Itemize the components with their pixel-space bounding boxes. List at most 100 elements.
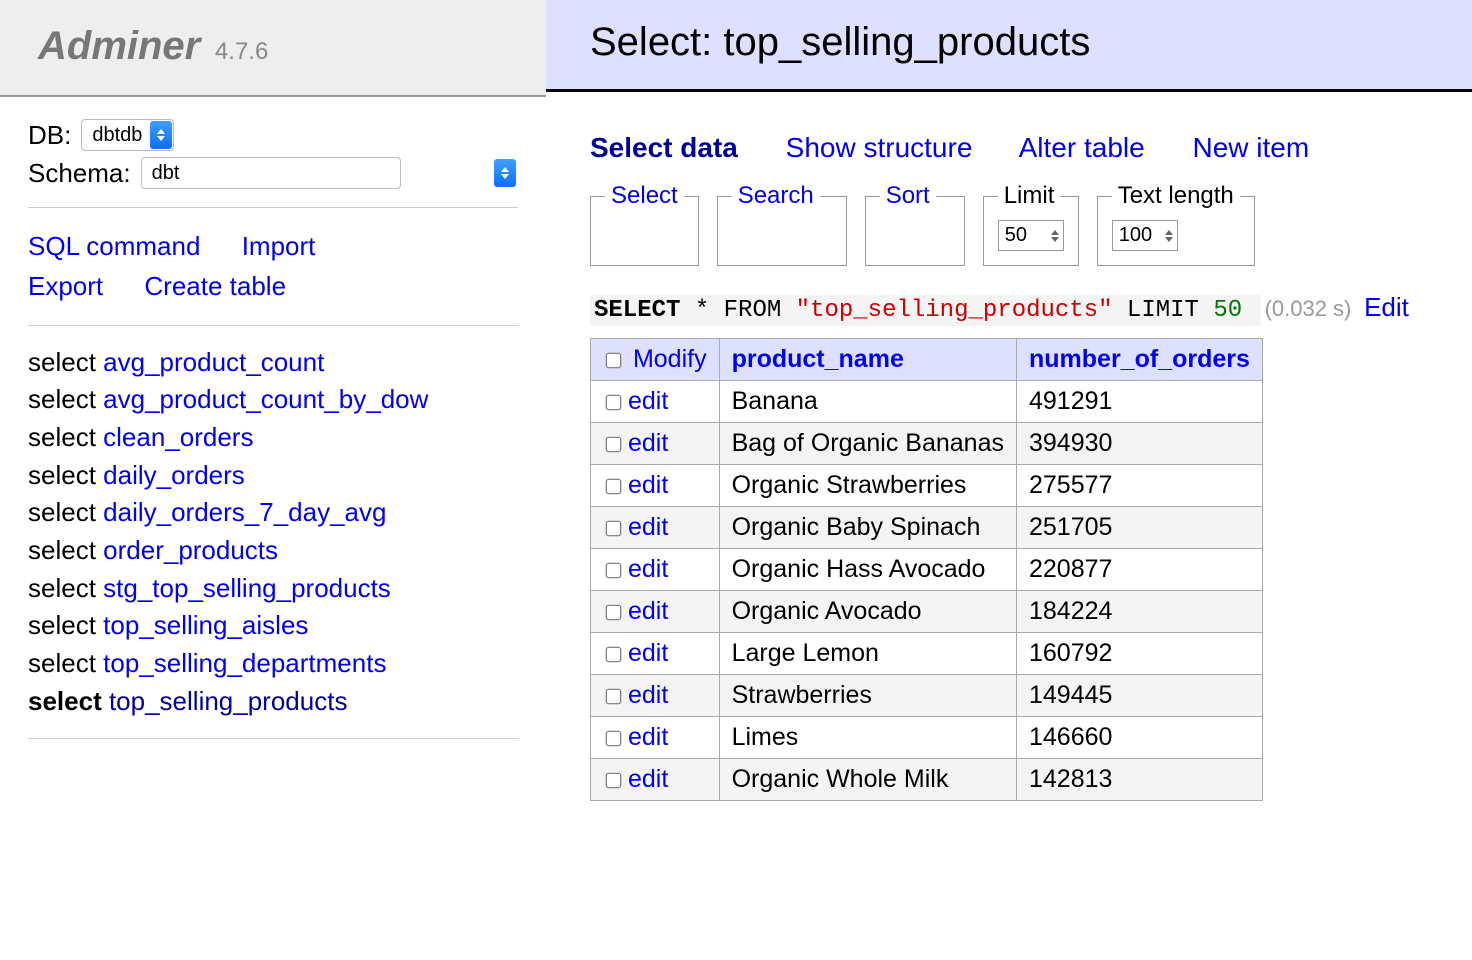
- link-create-table[interactable]: Create table: [144, 271, 286, 301]
- table-list-item: select top_selling_aisles: [28, 607, 518, 645]
- edit-cell: edit: [591, 423, 720, 465]
- col-product-name[interactable]: product_name: [719, 339, 1016, 381]
- table-list-item: select top_selling_products: [28, 683, 518, 721]
- table-link[interactable]: clean_orders: [103, 422, 253, 452]
- divider: [28, 325, 518, 326]
- table-prefix: select: [28, 384, 103, 414]
- table-row: editOrganic Avocado184224: [591, 591, 1263, 633]
- row-edit-link[interactable]: edit: [628, 513, 668, 541]
- row-checkbox[interactable]: [606, 647, 622, 663]
- limit-input[interactable]: [1003, 223, 1047, 248]
- row-checkbox[interactable]: [606, 605, 622, 621]
- cell-product-name: Organic Whole Milk: [719, 759, 1016, 801]
- action-show-structure[interactable]: Show structure: [786, 132, 973, 163]
- cell-number-of-orders: 142813: [1017, 759, 1263, 801]
- row-checkbox[interactable]: [606, 731, 622, 747]
- legend-text-length: Text length: [1112, 182, 1240, 210]
- sql-kw-from: FROM: [724, 297, 782, 324]
- edit-cell: edit: [591, 591, 720, 633]
- edit-cell: edit: [591, 633, 720, 675]
- modify-link[interactable]: Modify: [633, 345, 707, 373]
- link-export[interactable]: Export: [28, 271, 103, 301]
- page-title: Select: top_selling_products: [590, 20, 1090, 65]
- table-link[interactable]: top_selling_departments: [103, 648, 386, 678]
- table-link[interactable]: avg_product_count: [103, 347, 324, 377]
- stepper-icon[interactable]: [1051, 230, 1059, 242]
- row-edit-link[interactable]: edit: [628, 681, 668, 709]
- cell-number-of-orders: 146660: [1017, 717, 1263, 759]
- main: Select: top_selling_products Select data…: [546, 0, 1472, 801]
- row-edit-link[interactable]: edit: [628, 387, 668, 415]
- table-row: editBanana491291: [591, 381, 1263, 423]
- row-checkbox[interactable]: [606, 773, 622, 789]
- table-link[interactable]: daily_orders_7_day_avg: [103, 497, 386, 527]
- edit-cell: edit: [591, 675, 720, 717]
- fieldset-sort: Sort: [865, 182, 965, 266]
- results-table: Modify product_name number_of_orders edi…: [590, 338, 1263, 801]
- link-sql-command[interactable]: SQL command: [28, 231, 200, 261]
- db-select[interactable]: dbtdb: [81, 119, 174, 151]
- table-list-item: select order_products: [28, 532, 518, 570]
- link-import[interactable]: Import: [242, 231, 316, 261]
- row-checkbox[interactable]: [606, 689, 622, 705]
- chevron-updown-icon: [494, 159, 516, 187]
- main-header: Select: top_selling_products: [546, 0, 1472, 92]
- table-link[interactable]: top_selling_aisles: [103, 610, 308, 640]
- table-list-item: select avg_product_count_by_dow: [28, 381, 518, 419]
- db-label: DB:: [28, 120, 71, 151]
- fieldset-search: Search: [717, 182, 847, 266]
- edit-cell: edit: [591, 717, 720, 759]
- text-length-input[interactable]: [1117, 223, 1161, 248]
- table-list: select avg_product_countselect avg_produ…: [28, 344, 518, 721]
- sidebar-header: Adminer 4.7.6: [0, 0, 546, 97]
- row-checkbox[interactable]: [606, 563, 622, 579]
- row-checkbox[interactable]: [606, 437, 622, 453]
- row-checkbox[interactable]: [606, 395, 622, 411]
- table-link[interactable]: avg_product_count_by_dow: [103, 384, 428, 414]
- table-row: editLarge Lemon160792: [591, 633, 1263, 675]
- table-prefix: select: [28, 535, 103, 565]
- sql-edit-link[interactable]: Edit: [1364, 292, 1409, 322]
- action-new-item[interactable]: New item: [1192, 132, 1309, 163]
- schema-label: Schema:: [28, 158, 131, 189]
- fieldset-select: Select: [590, 182, 699, 266]
- legend-search[interactable]: Search: [738, 182, 814, 209]
- row-checkbox[interactable]: [606, 521, 622, 537]
- col-modify: Modify: [591, 339, 720, 381]
- table-link[interactable]: top_selling_products: [109, 686, 348, 716]
- row-edit-link[interactable]: edit: [628, 639, 668, 667]
- row-edit-link[interactable]: edit: [628, 471, 668, 499]
- sort-product-name[interactable]: product_name: [732, 345, 904, 373]
- row-edit-link[interactable]: edit: [628, 597, 668, 625]
- table-link[interactable]: daily_orders: [103, 460, 245, 490]
- schema-select[interactable]: dbt: [141, 157, 401, 189]
- sql-kw-select: SELECT: [594, 297, 680, 324]
- table-link[interactable]: stg_top_selling_products: [103, 573, 391, 603]
- table-list-item: select stg_top_selling_products: [28, 570, 518, 608]
- action-alter-table[interactable]: Alter table: [1019, 132, 1145, 163]
- col-number-of-orders[interactable]: number_of_orders: [1017, 339, 1263, 381]
- select-all-checkbox[interactable]: [606, 353, 622, 369]
- sql-star: *: [695, 297, 709, 324]
- row-checkbox[interactable]: [606, 479, 622, 495]
- legend-limit: Limit: [998, 182, 1061, 210]
- table-list-item: select daily_orders: [28, 457, 518, 495]
- table-list-item: select avg_product_count: [28, 344, 518, 382]
- table-prefix: select: [28, 497, 103, 527]
- legend-sort[interactable]: Sort: [886, 182, 930, 209]
- row-edit-link[interactable]: edit: [628, 429, 668, 457]
- table-prefix: select: [28, 573, 103, 603]
- sort-number-of-orders[interactable]: number_of_orders: [1029, 345, 1250, 373]
- stepper-icon[interactable]: [1165, 230, 1173, 242]
- row-edit-link[interactable]: edit: [628, 765, 668, 793]
- fieldset-text-length: Text length: [1097, 182, 1255, 266]
- table-link[interactable]: order_products: [103, 535, 278, 565]
- legend-select[interactable]: Select: [611, 182, 678, 209]
- edit-cell: edit: [591, 759, 720, 801]
- cell-number-of-orders: 220877: [1017, 549, 1263, 591]
- row-edit-link[interactable]: edit: [628, 555, 668, 583]
- row-edit-link[interactable]: edit: [628, 723, 668, 751]
- edit-cell: edit: [591, 507, 720, 549]
- cell-number-of-orders: 251705: [1017, 507, 1263, 549]
- table-list-item: select daily_orders_7_day_avg: [28, 494, 518, 532]
